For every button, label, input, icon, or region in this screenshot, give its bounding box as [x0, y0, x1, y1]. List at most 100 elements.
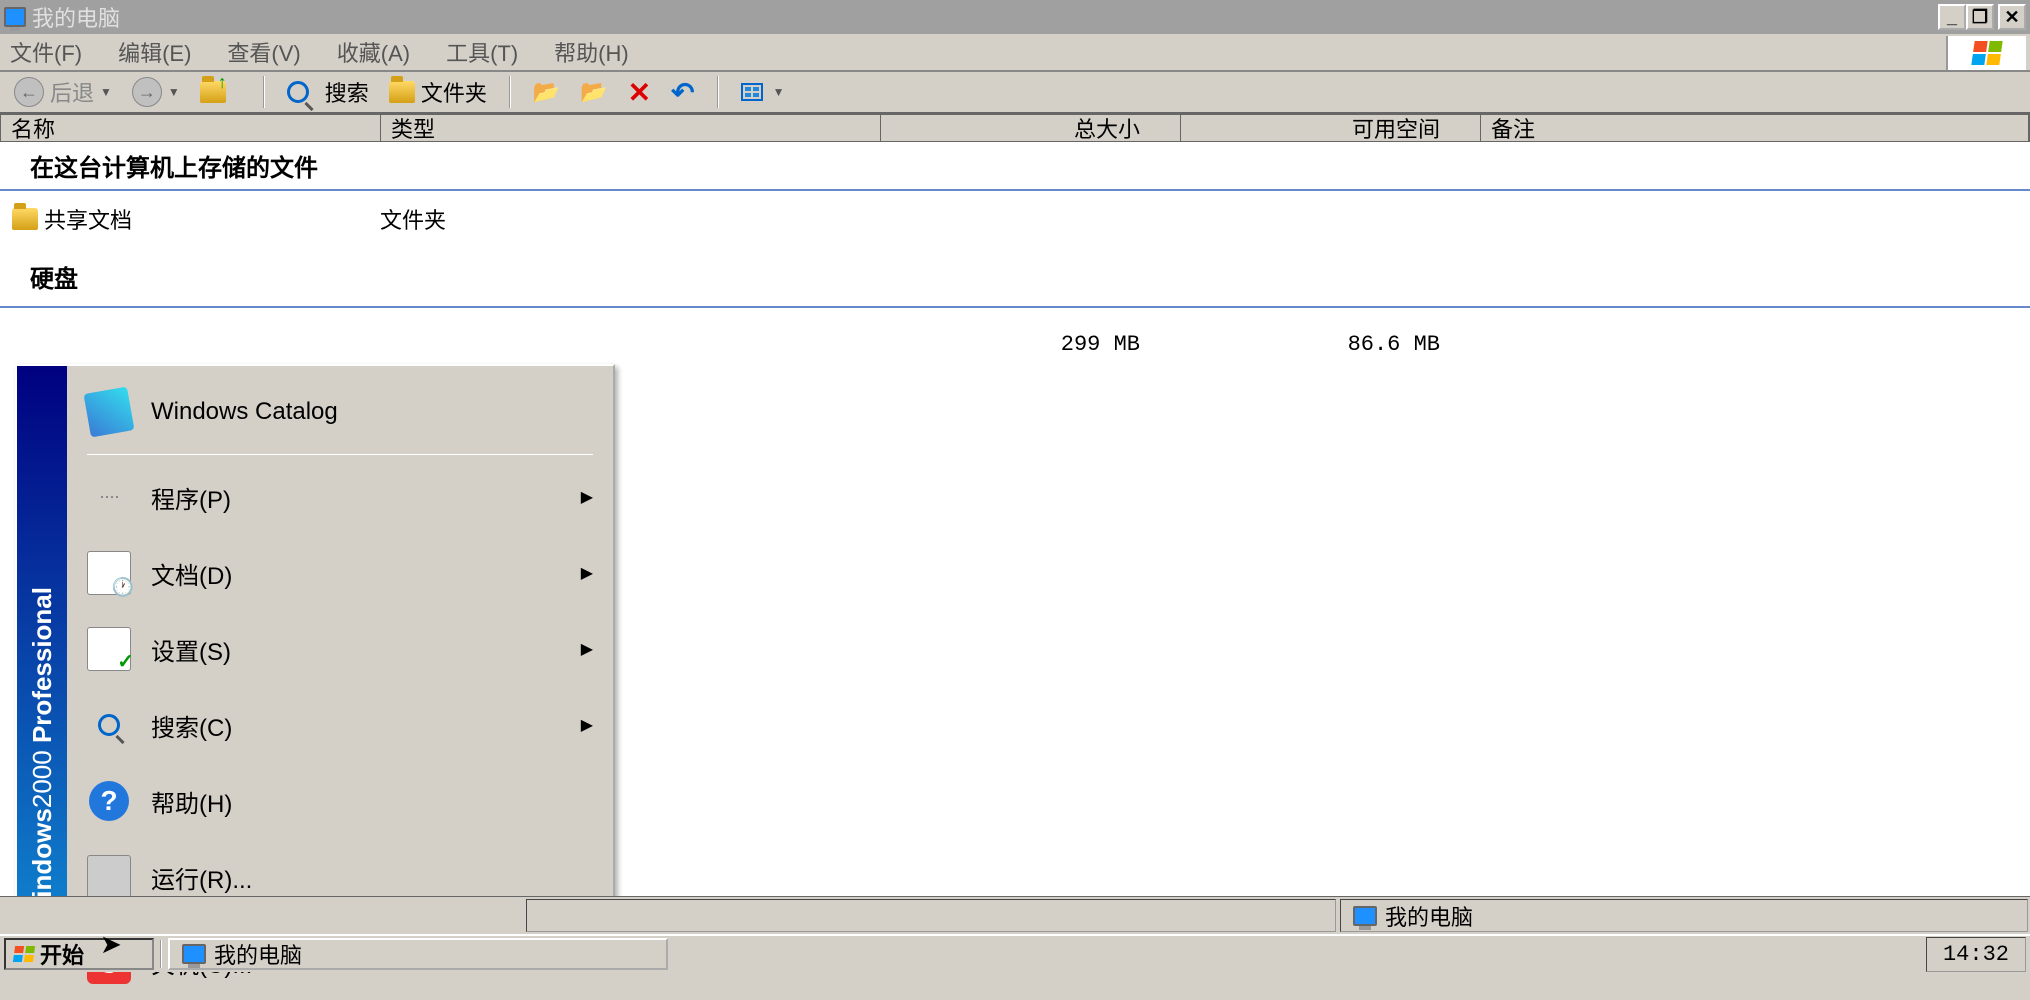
band-text: Windows2000 Professional	[27, 587, 58, 922]
list-item-shared-docs[interactable]: 共享文档 文件夹	[0, 199, 2030, 239]
back-button[interactable]: ← 后退 ▼	[8, 74, 118, 110]
submenu-arrow-icon: ▶	[581, 715, 593, 735]
copy-icon: 📂	[580, 79, 607, 105]
window-title: 我的电脑	[32, 1, 1938, 33]
column-name[interactable]: 名称	[1, 115, 381, 141]
task-label: 我的电脑	[214, 938, 302, 970]
undo-icon: ↶	[671, 76, 694, 109]
close-button[interactable]: ✕	[1998, 4, 2026, 30]
column-total-size[interactable]: 总大小	[881, 115, 1181, 141]
start-item-label: 文档(D)	[151, 556, 232, 591]
start-item-label: 运行(R)...	[151, 860, 252, 895]
search-icon	[287, 81, 309, 103]
taskbar-item-my-computer[interactable]: 我的电脑	[168, 938, 668, 970]
views-icon	[741, 83, 763, 101]
start-documents[interactable]: 文档(D) ▶	[67, 535, 613, 611]
windows-flag-icon	[13, 946, 35, 962]
status-pane-2	[526, 899, 1336, 932]
start-label: 开始	[40, 938, 84, 970]
undo-button[interactable]: ↶	[665, 74, 700, 111]
back-label: 后退	[50, 76, 94, 108]
submenu-arrow-icon: ▶	[581, 487, 593, 507]
programs-icon	[87, 475, 131, 519]
menu-tools[interactable]: 工具(T)	[446, 36, 518, 68]
start-help[interactable]: ? 帮助(H)	[67, 763, 613, 839]
column-headers: 名称 类型 总大小 可用空间 备注	[0, 114, 2030, 142]
taskbar: 开始 我的电脑 14:32	[0, 934, 2030, 972]
start-item-label: 帮助(H)	[151, 784, 232, 819]
my-computer-icon	[4, 6, 26, 28]
back-dropdown-icon[interactable]: ▼	[100, 85, 112, 99]
toolbar-separator	[263, 76, 265, 108]
maximize-button[interactable]: ❐	[1966, 4, 1994, 30]
help-icon: ?	[87, 779, 131, 823]
move-icon: 📂	[533, 79, 560, 105]
folder-icon	[12, 208, 38, 230]
forward-dropdown-icon[interactable]: ▼	[168, 85, 180, 99]
start-item-label: 设置(S)	[151, 632, 231, 667]
section-hard-disks: 硬盘	[0, 253, 2030, 300]
menu-file[interactable]: 文件(F)	[10, 36, 82, 68]
start-menu: Windows2000 Professional Windows Catalog…	[15, 364, 615, 934]
back-arrow-icon: ←	[14, 77, 44, 107]
copy-to-button[interactable]: 📂	[574, 77, 613, 107]
menu-favorites[interactable]: 收藏(A)	[337, 36, 410, 68]
start-search[interactable]: 搜索(C) ▶	[67, 687, 613, 763]
status-bar: 我的电脑	[0, 896, 2030, 934]
run-icon	[87, 855, 131, 899]
move-to-button[interactable]: 📂	[527, 77, 566, 107]
forward-arrow-icon: →	[132, 77, 162, 107]
system-clock[interactable]: 14:32	[1926, 937, 2026, 972]
start-item-label: 程序(P)	[151, 480, 231, 515]
start-divider	[87, 454, 593, 455]
up-arrow-icon: ↑	[218, 72, 227, 93]
search-button[interactable]: 搜索	[281, 74, 375, 110]
title-bar: 我的电脑 _ ❐ ✕	[0, 0, 2030, 34]
settings-icon	[87, 627, 131, 671]
menu-view[interactable]: 查看(V)	[227, 36, 300, 68]
up-button[interactable]: ↑	[194, 79, 247, 105]
folders-button[interactable]: 文件夹	[383, 74, 493, 110]
computer-icon	[182, 944, 206, 964]
folders-icon	[389, 81, 415, 103]
computer-icon	[1353, 906, 1377, 926]
documents-icon	[87, 551, 131, 595]
toolbar: ← 后退 ▼ → ▼ ↑ 搜索 文件夹 📂 📂 ✕ ↶ ▼	[0, 72, 2030, 114]
submenu-arrow-icon: ▶	[581, 639, 593, 659]
forward-button[interactable]: → ▼	[126, 75, 186, 109]
item-name: 共享文档	[44, 203, 132, 235]
views-dropdown-icon[interactable]: ▼	[773, 85, 785, 99]
start-menu-band: Windows2000 Professional	[17, 366, 67, 932]
search-icon	[87, 703, 131, 747]
column-type[interactable]: 类型	[381, 115, 881, 141]
section-stored-files: 在这台计算机上存储的文件	[0, 142, 2030, 191]
taskbar-separator	[160, 940, 162, 968]
submenu-arrow-icon: ▶	[581, 563, 593, 583]
start-item-label: 搜索(C)	[151, 708, 232, 743]
menu-help[interactable]: 帮助(H)	[554, 36, 629, 68]
catalog-icon	[84, 387, 135, 438]
delete-icon: ✕	[628, 76, 651, 109]
mouse-cursor-icon: ➤	[100, 929, 122, 960]
list-item-disk[interactable]: 299 MB 86.6 MB	[0, 308, 2030, 361]
delete-button[interactable]: ✕	[622, 74, 657, 111]
menu-edit[interactable]: 编辑(E)	[118, 36, 191, 68]
column-notes[interactable]: 备注	[1481, 115, 2029, 141]
windows-logo	[1946, 36, 2026, 70]
column-free-space[interactable]: 可用空间	[1181, 115, 1481, 141]
disk-free-space: 86.6 MB	[1180, 332, 1480, 357]
search-label: 搜索	[325, 76, 369, 108]
views-button[interactable]: ▼	[735, 81, 791, 103]
start-programs[interactable]: 程序(P) ▶	[67, 459, 613, 535]
folders-label: 文件夹	[421, 76, 487, 108]
disk-total-size: 299 MB	[880, 332, 1180, 357]
item-type: 文件夹	[380, 203, 880, 235]
menu-bar: 文件(F) 编辑(E) 查看(V) 收藏(A) 工具(T) 帮助(H)	[0, 34, 2030, 72]
start-settings[interactable]: 设置(S) ▶	[67, 611, 613, 687]
toolbar-separator	[509, 76, 511, 108]
minimize-button[interactable]: _	[1938, 4, 1966, 30]
status-pane-location: 我的电脑	[1340, 899, 2028, 932]
start-item-label: Windows Catalog	[151, 398, 338, 426]
start-button[interactable]: 开始	[4, 938, 154, 970]
start-windows-catalog[interactable]: Windows Catalog	[67, 374, 613, 450]
